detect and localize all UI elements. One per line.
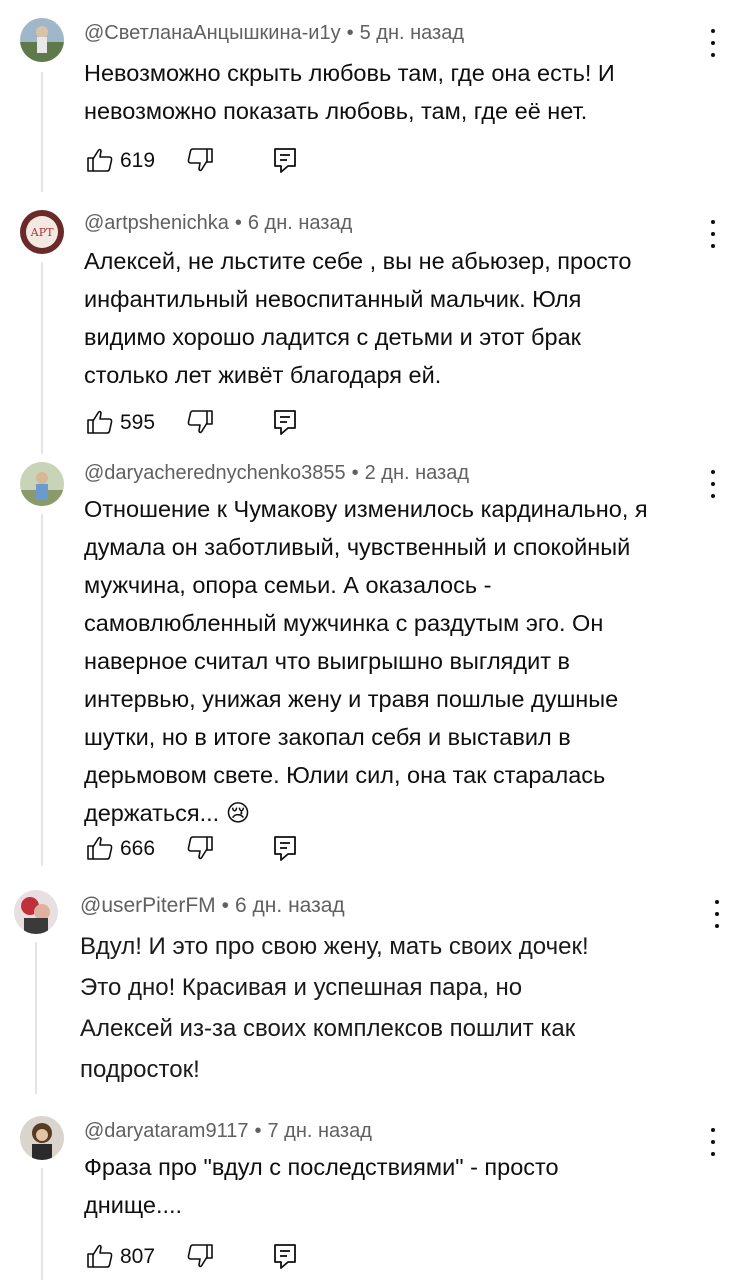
comment-meta: @СветланаАнцышкина-и1у • 5 дн. назад: [84, 22, 465, 44]
thread-line: [41, 262, 43, 454]
thread-line: [35, 942, 37, 1094]
comment-text: Вдул! И это про свою жену, мать своих до…: [80, 933, 589, 1083]
svg-text:АРТ: АРТ: [30, 226, 54, 239]
like-count: 807: [120, 1245, 156, 1268]
reply-icon: [274, 148, 296, 173]
author-name[interactable]: @daryataram9117: [84, 1120, 248, 1142]
reply-icon: [274, 1244, 296, 1269]
avatar[interactable]: [14, 890, 58, 934]
dislike-button[interactable]: [186, 834, 214, 862]
thumb-down-icon: [187, 1244, 213, 1268]
more-vert-icon[interactable]: [707, 900, 727, 928]
comment-2: АРТ @artpshenichka • 6 дн. назад Алексей, …: [0, 200, 751, 460]
like-count: 619: [120, 149, 156, 172]
thumb-down-icon: [187, 410, 213, 434]
avatar[interactable]: [20, 1116, 64, 1160]
comment-text: Фраза про "вдул с последствиями" - прост…: [84, 1154, 559, 1218]
thumb-down-icon: [187, 148, 213, 172]
like-button[interactable]: 666: [86, 834, 166, 864]
comment-meta: @daryataram9117 • 7 дн. назад: [84, 1120, 372, 1142]
comment-text: Алексей, не льстите себе , вы не абьюзер…: [84, 248, 632, 388]
reply-icon: [274, 836, 296, 861]
reply-button[interactable]: [272, 1242, 298, 1270]
timestamp[interactable]: 7 дн. назад: [267, 1120, 371, 1142]
avatar[interactable]: [20, 462, 64, 506]
like-count: 666: [120, 837, 156, 860]
thread-line: [41, 72, 43, 192]
comment-5: @daryataram9117 • 7 дн. назад Фраза про "в…: [0, 1108, 751, 1280]
timestamp[interactable]: 5 дн. назад: [360, 22, 464, 44]
comment-text: Невозможно скрыть любовь там, где она ес…: [84, 60, 615, 124]
thread-line: [41, 1168, 43, 1280]
like-button[interactable]: 595: [86, 408, 166, 438]
comment-3: @daryacherednychenko3855 • 2 дн. назад Отн…: [0, 452, 751, 872]
author-name[interactable]: @userPiterFM: [80, 894, 216, 917]
more-vert-icon[interactable]: [703, 29, 723, 57]
comment-4: @userPiterFM • 6 дн. назад Вдул! И это про…: [0, 880, 751, 1100]
timestamp[interactable]: 6 дн. назад: [235, 894, 345, 917]
thumb-up-icon: [87, 410, 113, 434]
author-name[interactable]: @СветланаАнцышкина-и1у: [84, 22, 341, 44]
thumb-up-icon: [87, 148, 113, 172]
like-count: 595: [120, 411, 156, 434]
author-name[interactable]: @daryacherednychenko3855: [84, 462, 346, 484]
author-name[interactable]: @artpshenichka: [84, 212, 229, 234]
avatar[interactable]: [20, 18, 64, 62]
reply-icon: [274, 410, 296, 435]
thumb-up-icon: [87, 836, 113, 860]
reply-button[interactable]: [272, 834, 298, 862]
comment-1: @СветланаАнцышкина-и1у • 5 дн. назад Невоз…: [0, 0, 751, 200]
dislike-button[interactable]: [186, 408, 214, 436]
comment-meta: @daryacherednychenko3855 • 2 дн. назад: [84, 462, 470, 484]
dislike-button[interactable]: [186, 1242, 214, 1270]
thread-line: [41, 514, 43, 866]
timestamp[interactable]: 6 дн. назад: [248, 212, 352, 234]
reply-button[interactable]: [272, 408, 298, 436]
like-button[interactable]: 807: [86, 1242, 166, 1272]
timestamp[interactable]: 2 дн. назад: [365, 462, 469, 484]
comment-meta: @artpshenichka • 6 дн. назад: [84, 212, 353, 234]
thumb-up-icon: [87, 1244, 113, 1268]
dislike-button[interactable]: [186, 146, 214, 174]
comment-text: Отношение к Чумакову изменилось кардинал…: [84, 496, 648, 826]
reply-button[interactable]: [272, 146, 298, 174]
like-button[interactable]: 619: [86, 146, 166, 176]
thumb-down-icon: [187, 836, 213, 860]
comment-meta: @userPiterFM • 6 дн. назад: [80, 894, 345, 917]
avatar[interactable]: АРТ: [20, 210, 64, 254]
